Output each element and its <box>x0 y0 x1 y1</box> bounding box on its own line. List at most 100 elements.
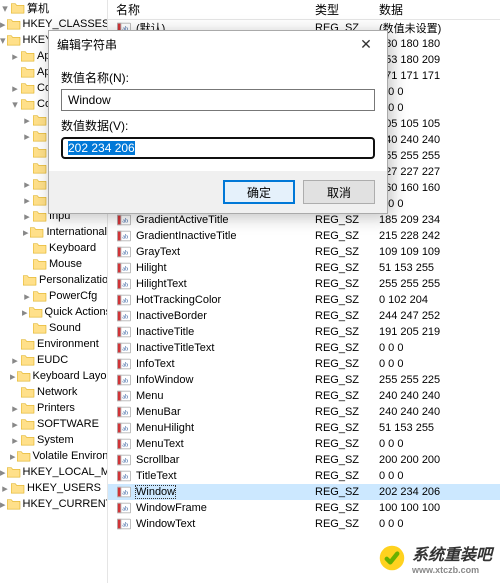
row-type: REG_SZ <box>307 262 371 274</box>
row-name: GradientInactiveTitle <box>136 230 236 242</box>
expand-icon[interactable]: ▸ <box>10 450 16 463</box>
expand-icon[interactable]: ▸ <box>0 466 6 479</box>
header-type[interactable]: 类型 <box>307 1 371 18</box>
tree-item[interactable]: ▸System <box>0 432 107 448</box>
expand-icon[interactable]: ▸ <box>10 434 20 447</box>
row-type: REG_SZ <box>307 406 371 418</box>
table-row[interactable]: abScrollbarREG_SZ200 200 200 <box>108 452 500 468</box>
table-row[interactable]: abGradientActiveTitleREG_SZ185 209 234 <box>108 212 500 228</box>
dialog-title-text: 编辑字符串 <box>57 36 351 53</box>
header-name[interactable]: 名称 <box>108 1 307 18</box>
tree-item[interactable]: Sound <box>0 320 107 336</box>
table-row[interactable]: abInfoWindowREG_SZ255 255 225 <box>108 372 500 388</box>
row-type: REG_SZ <box>307 454 371 466</box>
string-value-icon: ab <box>116 517 132 531</box>
table-row[interactable]: abHilightREG_SZ51 153 255 <box>108 260 500 276</box>
value-data-label: 数值数据(V): <box>61 117 375 134</box>
close-icon[interactable]: ✕ <box>351 34 381 54</box>
svg-text:ab: ab <box>122 491 128 497</box>
expand-icon[interactable]: ▸ <box>10 402 20 415</box>
row-data: 215 228 242 <box>371 230 500 242</box>
folder-icon <box>33 130 47 142</box>
value-data-input[interactable] <box>61 137 375 159</box>
expand-icon[interactable]: ▸ <box>10 370 16 383</box>
string-value-icon: ab <box>116 261 132 275</box>
cancel-button[interactable]: 取消 <box>303 180 375 204</box>
tree-item-label: PowerCfg <box>49 290 97 302</box>
tree-item[interactable]: ▸ PowerCfg <box>0 288 107 304</box>
expand-icon[interactable]: ▸ <box>22 306 28 319</box>
tree-item-label: HKEY_CURRENT_CONFIG <box>23 498 107 510</box>
expand-icon[interactable]: ▸ <box>22 130 32 143</box>
row-data: 240 240 240 <box>371 134 500 146</box>
tree-item-label: EUDC <box>37 354 68 366</box>
expand-icon[interactable]: ▸ <box>0 498 6 511</box>
row-data: 153 180 209 <box>371 54 500 66</box>
row-data: 255 255 225 <box>371 374 500 386</box>
tree-item[interactable]: ▸Printers <box>0 400 107 416</box>
expand-icon[interactable]: ▸ <box>10 418 20 431</box>
tree-item[interactable]: Mouse <box>0 256 107 272</box>
string-value-icon: ab <box>116 421 132 435</box>
row-data: 0 0 0 <box>371 358 500 370</box>
expand-icon[interactable]: ▾ <box>0 2 10 15</box>
table-row[interactable]: abMenuHilightREG_SZ51 153 255 <box>108 420 500 436</box>
table-row[interactable]: abMenuBarREG_SZ240 240 240 <box>108 404 500 420</box>
table-row[interactable]: abGrayTextREG_SZ109 109 109 <box>108 244 500 260</box>
expand-icon[interactable]: ▸ <box>22 178 32 191</box>
table-row[interactable]: abHotTrackingColorREG_SZ0 102 204 <box>108 292 500 308</box>
tree-item[interactable]: Personalization <box>0 272 107 288</box>
tree-item-label: Environment <box>37 338 99 350</box>
tree-item[interactable]: ▸HKEY_USERS <box>0 480 107 496</box>
table-row[interactable]: abMenuREG_SZ240 240 240 <box>108 388 500 404</box>
tree-item[interactable]: Keyboard <box>0 240 107 256</box>
table-row[interactable]: abMenuTextREG_SZ0 0 0 <box>108 436 500 452</box>
tree-item[interactable]: ▸International <box>0 224 107 240</box>
tree-item[interactable]: ▸Keyboard Layout <box>0 368 107 384</box>
row-data: 202 234 206 <box>371 486 500 498</box>
tree-item[interactable]: ▸Quick Actions <box>0 304 107 320</box>
table-row[interactable]: abInactiveBorderREG_SZ244 247 252 <box>108 308 500 324</box>
row-type: REG_SZ <box>307 230 371 242</box>
expand-icon[interactable]: ▸ <box>0 18 6 31</box>
table-row[interactable]: abInactiveTitleREG_SZ191 205 219 <box>108 324 500 340</box>
tree-item[interactable]: ▸Volatile Environment <box>0 448 107 464</box>
row-type: REG_SZ <box>307 486 371 498</box>
table-row[interactable]: abGradientInactiveTitleREG_SZ215 228 242 <box>108 228 500 244</box>
tree-item[interactable]: ▸ EUDC <box>0 352 107 368</box>
expand-icon[interactable]: ▸ <box>10 354 20 367</box>
expand-icon[interactable]: ▸ <box>22 226 29 239</box>
expand-icon[interactable]: ▸ <box>0 482 10 495</box>
tree-item[interactable]: Environment <box>0 336 107 352</box>
row-type: REG_SZ <box>307 518 371 530</box>
table-row[interactable]: abInactiveTitleTextREG_SZ0 0 0 <box>108 340 500 356</box>
expand-icon[interactable]: ▾ <box>10 98 20 111</box>
tree-item[interactable]: ▸ HKEY_CURRENT_CONFIG <box>0 496 107 512</box>
expand-icon[interactable]: ▸ <box>10 82 20 95</box>
expand-icon[interactable]: ▾ <box>0 34 6 47</box>
expand-icon[interactable]: ▸ <box>22 194 32 207</box>
table-row[interactable]: abHilightTextREG_SZ255 255 255 <box>108 276 500 292</box>
ok-button[interactable]: 确定 <box>223 180 295 204</box>
table-row[interactable]: abWindowREG_SZ202 234 206 <box>108 484 500 500</box>
expand-icon[interactable]: ▸ <box>22 114 32 127</box>
folder-icon <box>33 114 47 126</box>
table-row[interactable]: abInfoTextREG_SZ0 0 0 <box>108 356 500 372</box>
svg-text:ab: ab <box>122 251 128 257</box>
tree-item-label: Mouse <box>49 258 82 270</box>
value-name-input[interactable] <box>61 89 375 111</box>
header-data[interactable]: 数据 <box>371 1 500 18</box>
tree-item[interactable]: Network <box>0 384 107 400</box>
row-type: REG_SZ <box>307 342 371 354</box>
dialog-titlebar[interactable]: 编辑字符串 ✕ <box>49 31 387 57</box>
expand-icon[interactable]: ▸ <box>22 210 32 223</box>
expand-icon[interactable]: ▸ <box>22 290 32 303</box>
table-row[interactable]: abWindowFrameREG_SZ100 100 100 <box>108 500 500 516</box>
tree-item[interactable]: ▸SOFTWARE <box>0 416 107 432</box>
table-row[interactable]: abWindowTextREG_SZ0 0 0 <box>108 516 500 532</box>
row-name: MenuText <box>136 438 184 450</box>
tree-item[interactable]: ▾算机 <box>0 0 107 16</box>
table-row[interactable]: abTitleTextREG_SZ0 0 0 <box>108 468 500 484</box>
tree-item[interactable]: ▸HKEY_LOCAL_MACHINE <box>0 464 107 480</box>
expand-icon[interactable]: ▸ <box>10 50 20 63</box>
